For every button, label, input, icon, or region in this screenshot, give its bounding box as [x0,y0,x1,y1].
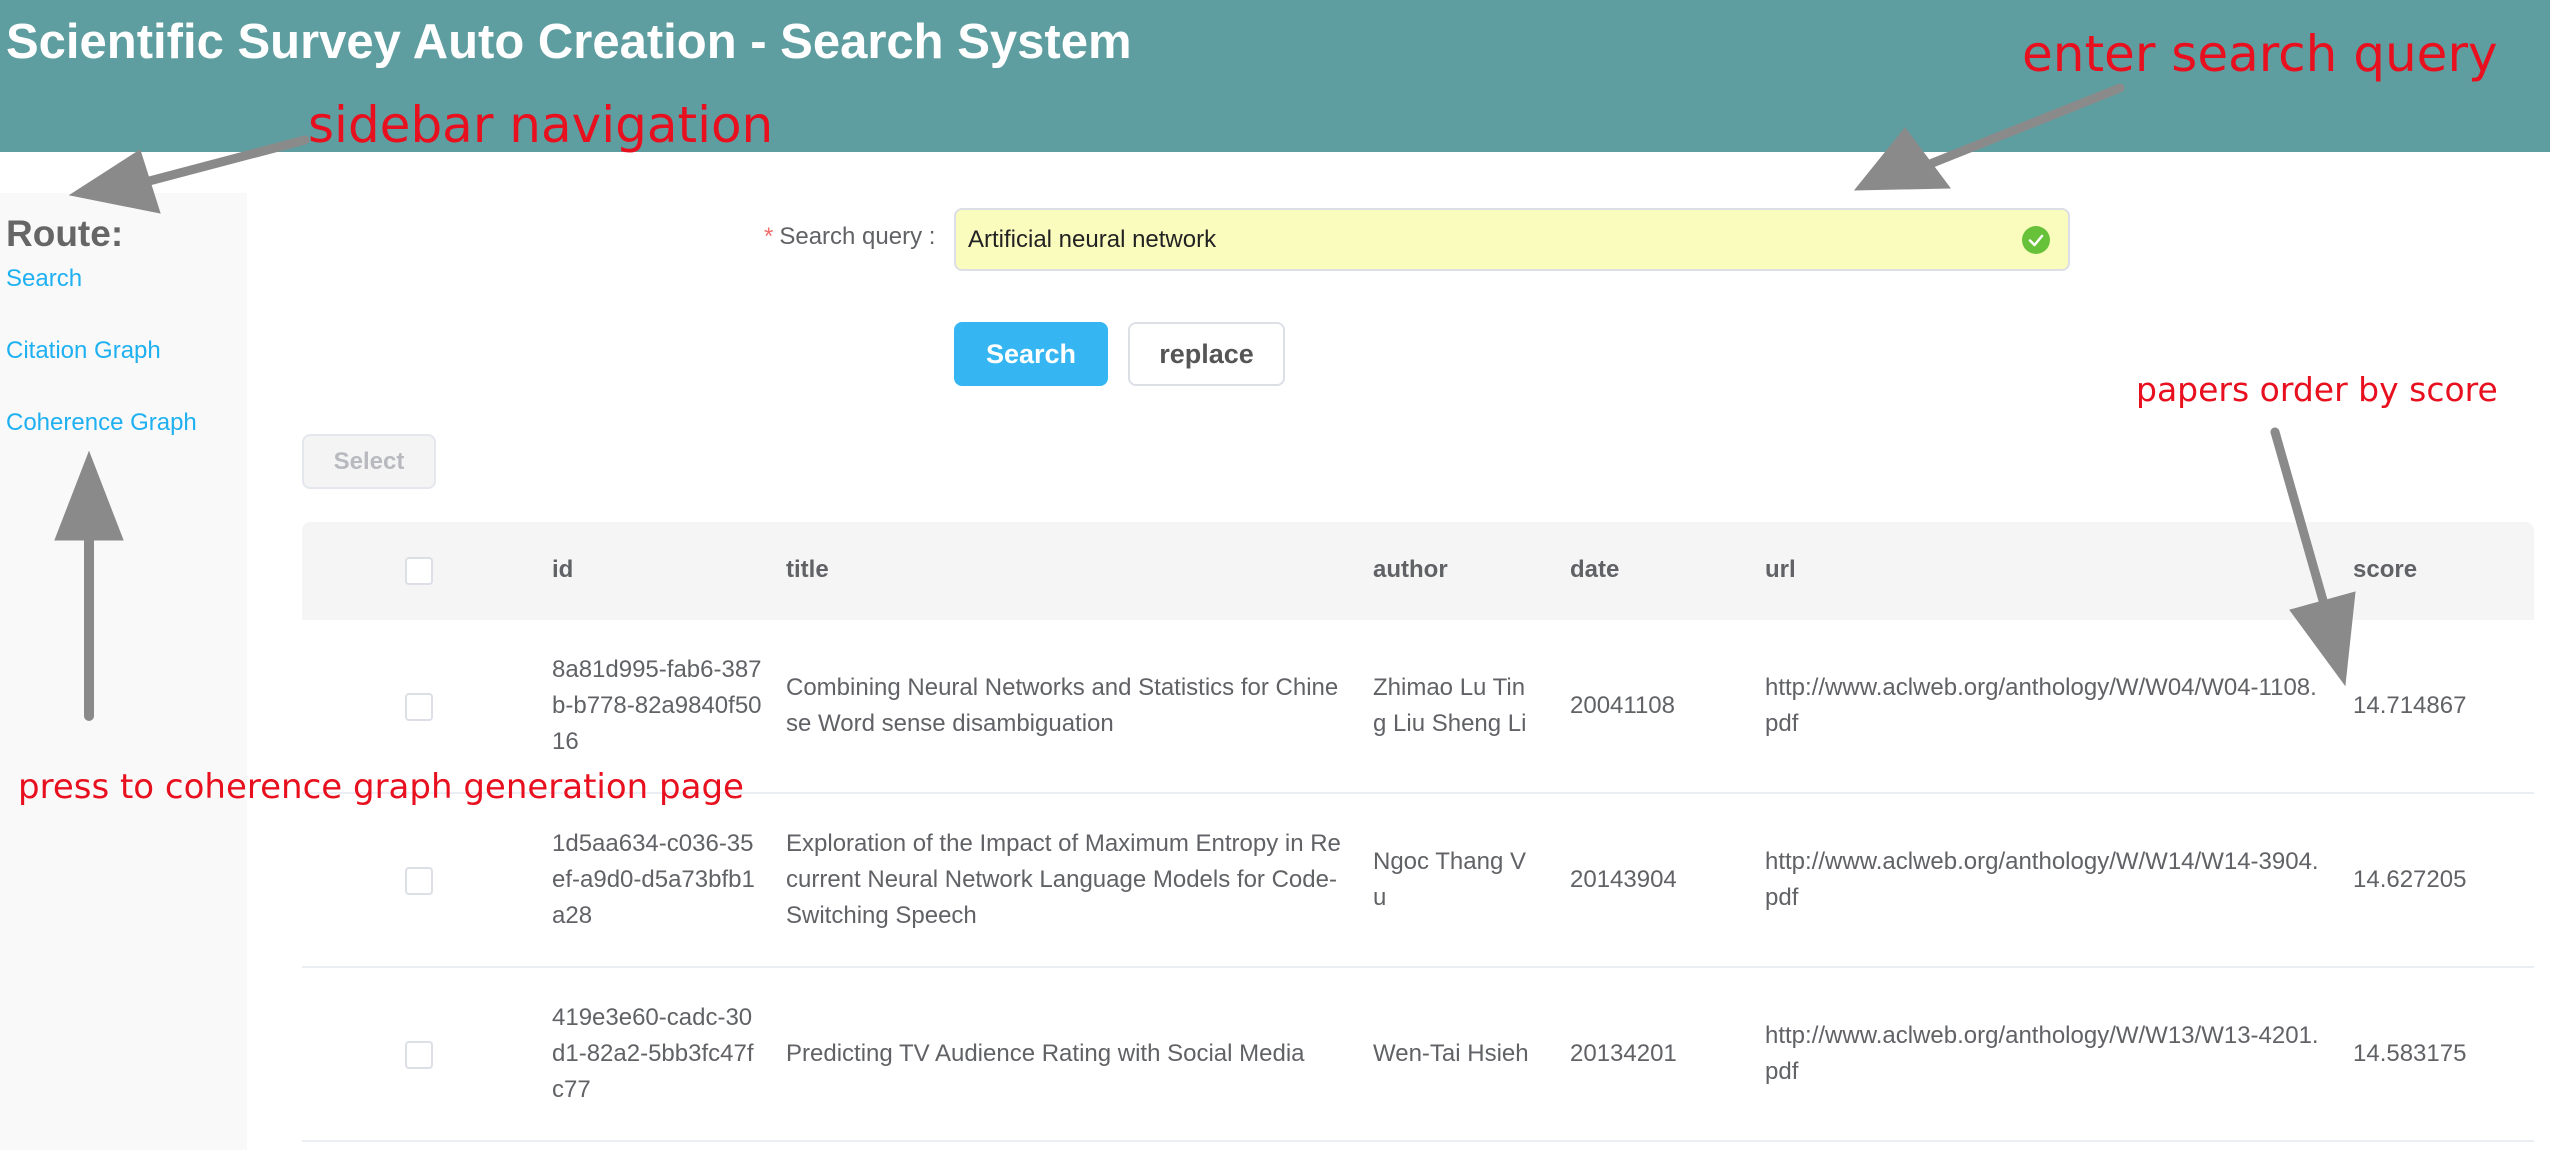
annotation-enter-search-query: enter search query [2022,25,2498,83]
cell-title: Combining Neural Networks and Statistics… [786,674,1339,737]
annotation-coherence-page: press to coherence graph generation page [18,767,744,807]
annotation-sidebar-navigation: sidebar navigation [308,96,774,154]
column-header-title: title [786,556,829,583]
required-mark: * [764,223,774,250]
replace-button[interactable]: replace [1128,322,1285,386]
cell-id: 1d5aa634-c036-35ef-a9d0-d5a73bfb1a28 [552,830,755,929]
row-checkbox[interactable] [405,693,433,721]
search-input[interactable] [968,210,1968,269]
table-row[interactable]: 419e3e60-cadc-30d1-82a2-5bb3fc47fc77 Pre… [302,968,2534,1142]
cell-date: 20143904 [1570,866,1677,893]
sidebar-item-citation-graph[interactable]: Citation Graph [6,337,161,365]
column-header-date: date [1570,556,1620,583]
column-header-id: id [552,556,574,583]
search-query-label: * Search query : [764,223,935,251]
cell-id: 419e3e60-cadc-30d1-82a2-5bb3fc47fc77 [552,1004,754,1103]
cell-score: 14.627205 [2353,866,2467,893]
cell-url: http://www.aclweb.org/anthology/W/W04/W0… [1765,674,2317,737]
row-checkbox[interactable] [405,867,433,895]
cell-author: Wen-Tai Hsieh [1373,1040,1529,1067]
sidebar-item-coherence-graph[interactable]: Coherence Graph [6,409,197,437]
column-header-author: author [1373,556,1448,583]
sidebar: Route: Search Citation Graph Coherence G… [0,193,247,1150]
route-label: Route: [6,213,124,254]
row-checkbox[interactable] [405,1041,433,1069]
cell-title: Predicting TV Audience Rating with Socia… [786,1040,1305,1067]
cell-date: 20041108 [1570,692,1675,719]
cell-url: http://www.aclweb.org/anthology/W/W13/W1… [1765,1022,2319,1085]
search-button[interactable]: Search [954,322,1108,386]
search-input-wrapper [954,208,2070,271]
cell-author: Ngoc Thang Vu [1373,848,1526,911]
cell-id: 8a81d995-fab6-387b-b778-82a9840f5016 [552,656,762,755]
cell-date: 20134201 [1570,1040,1677,1067]
column-header-score: score [2353,556,2418,583]
table-row[interactable]: 1d5aa634-c036-35ef-a9d0-d5a73bfb1a28 Exp… [302,794,2534,968]
cell-author: Zhimao Lu Ting Liu Sheng Li [1373,674,1527,737]
cell-score: 14.583175 [2353,1040,2467,1067]
sidebar-item-search[interactable]: Search [6,265,82,293]
results-table: id title author date url score 8a81d995-… [302,522,2534,1142]
select-button[interactable]: Select [302,434,436,489]
cell-title: Exploration of the Impact of Maximum Ent… [786,830,1341,929]
search-query-label-text: Search query : [779,223,936,250]
table-header: id title author date url score [302,522,2534,620]
app-title: Scientific Survey Auto Creation - Search… [6,15,1132,69]
annotation-papers-order: papers order by score [2136,370,2498,409]
column-header-url: url [1765,556,1796,583]
check-circle-icon [2022,226,2050,254]
select-all-checkbox[interactable] [405,557,433,585]
cell-url: http://www.aclweb.org/anthology/W/W14/W1… [1765,848,2319,911]
cell-score: 14.714867 [2353,692,2467,719]
